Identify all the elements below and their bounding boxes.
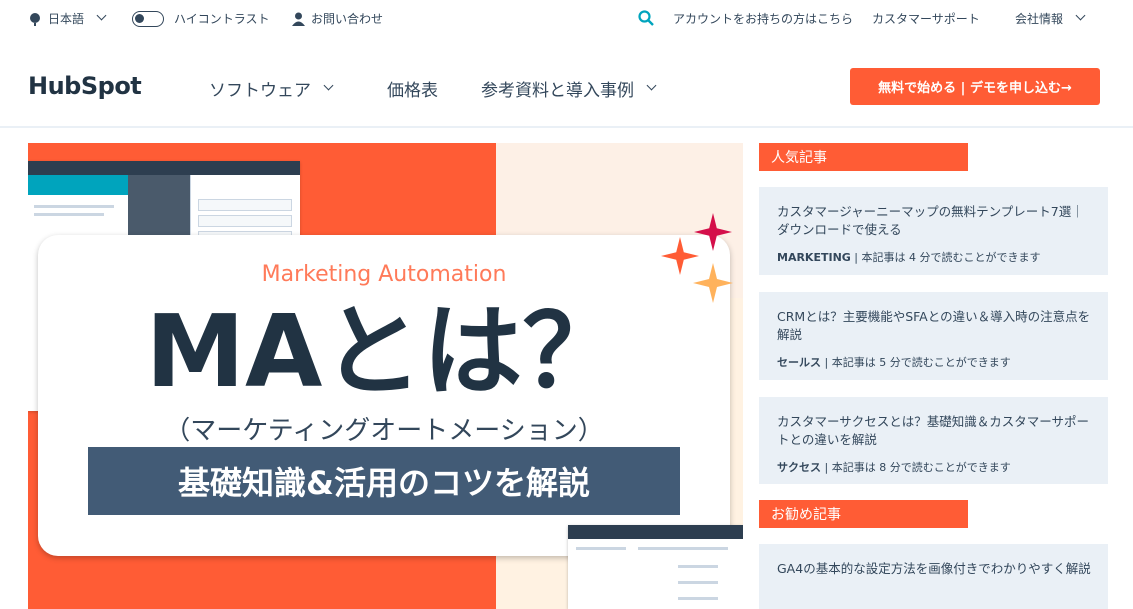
cta-button[interactable]: 無料で始める | デモを申し込む→	[850, 68, 1100, 105]
sparkle-icon	[694, 213, 732, 251]
chevron-down-icon	[323, 80, 334, 91]
hero-title: MAとは？	[145, 293, 623, 410]
mockup-line	[678, 565, 718, 568]
article-title[interactable]: CRMとは？主要機能やSFAとの違い＆導入時の注意点を解説	[777, 308, 1092, 344]
company-menu[interactable]: 会社情報	[1015, 10, 1086, 27]
article-title[interactable]: カスタマージャーニーマップの無料テンプレート7選｜ダウンロードで使える	[777, 203, 1092, 239]
nav-item-label: 参考資料と導入事例	[481, 81, 634, 101]
nav-item-resources[interactable]: 参考資料と導入事例	[481, 76, 657, 101]
main-nav: HubSpot ソフトウェア 価格表 参考資料と導入事例 無料で始める | デモ…	[0, 36, 1133, 128]
mockup-titlebar	[568, 525, 743, 539]
nav-item-label: ソフトウェア	[209, 81, 311, 101]
chevron-down-icon	[646, 80, 657, 91]
article-read-time: | 本記事は 5 分で読むことができます	[821, 356, 1011, 369]
high-contrast-label: ハイコントラスト	[174, 12, 270, 26]
mockup-row	[198, 215, 292, 227]
login-link[interactable]: アカウントをお持ちの方はこちら	[673, 10, 853, 27]
support-link[interactable]: カスタマーサポート	[872, 10, 980, 27]
article-read-time: | 本記事は 4 分で読むことができます	[850, 251, 1041, 264]
article-meta: MARKETING | 本記事は 4 分で読むことができます	[777, 249, 1092, 265]
search-button[interactable]	[638, 10, 654, 26]
mockup-titlebar	[28, 161, 300, 175]
mockup-line	[576, 547, 626, 550]
hero-subtitle: Marketing Automation	[261, 262, 507, 287]
globe-icon	[30, 12, 40, 26]
article-card[interactable]: カスタマージャーニーマップの無料テンプレート7選｜ダウンロードで使える MARK…	[759, 187, 1108, 275]
nav-item-label: 価格表	[387, 81, 438, 101]
hero-image[interactable]: Marketing Automation MAとは？ （マーケティングオートメー…	[28, 143, 743, 609]
logo-text: HubSpot	[28, 72, 142, 100]
mockup-line	[678, 581, 718, 584]
contact-link[interactable]: お問い合わせ	[292, 10, 383, 27]
company-label: 会社情報	[1015, 12, 1064, 26]
article-category: セールス	[777, 356, 821, 369]
mockup-line	[678, 597, 718, 600]
article-title[interactable]: カスタマーサクセスとは？基礎知識＆カスタマーサポートとの違いを解説	[777, 413, 1092, 449]
login-label: アカウントをお持ちの方はこちら	[673, 12, 854, 26]
article-card[interactable]: カスタマーサクセスとは？基礎知識＆カスタマーサポートとの違いを解説 サクセス |…	[759, 397, 1108, 484]
language-label: 日本語	[48, 12, 85, 26]
popular-heading-text: 人気記事	[771, 150, 827, 166]
nav-item-software[interactable]: ソフトウェア	[209, 76, 334, 101]
person-icon	[292, 12, 305, 26]
mockup-line	[34, 205, 114, 208]
article-meta: サクセス | 本記事は 8 分で読むことができます	[777, 459, 1092, 475]
toggle-switch[interactable]	[132, 10, 164, 27]
hero-band: 基礎知識&活用のコツを解説	[88, 447, 680, 515]
mockup-line	[638, 547, 728, 550]
recommended-articles-heading: お勧め記事	[759, 500, 968, 528]
hero-screenshot-mockup-2	[568, 525, 743, 609]
hero-parenthetical: （マーケティングオートメーション）	[164, 416, 604, 446]
hero-band-text: 基礎知識&活用のコツを解説	[178, 464, 590, 502]
article-title[interactable]: GA4の基本的な設定方法を画像付きでわかりやすく解説	[777, 560, 1092, 578]
article-read-time: | 本記事は 8 分で読むことができます	[821, 461, 1011, 474]
article-card[interactable]: CRMとは？主要機能やSFAとの違い＆導入時の注意点を解説 セールス | 本記事…	[759, 292, 1108, 380]
hero-title-card: Marketing Automation MAとは？ （マーケティングオートメー…	[38, 235, 730, 556]
utility-bar: 日本語 ハイコントラスト お問い合わせ アカウントをお持ちの方はこちら カスタマ…	[0, 0, 1133, 36]
support-label: カスタマーサポート	[872, 12, 980, 26]
mockup-header	[28, 175, 128, 195]
recommended-heading-text: お勧め記事	[771, 507, 841, 523]
popular-articles-heading: 人気記事	[759, 143, 968, 171]
cta-label: 無料で始める | デモを申し込む→	[878, 81, 1072, 96]
sparkle-icon	[693, 263, 733, 303]
chevron-down-icon	[96, 10, 107, 21]
article-card[interactable]: GA4の基本的な設定方法を画像付きでわかりやすく解説	[759, 544, 1108, 609]
hubspot-logo[interactable]: HubSpot	[28, 72, 142, 100]
article-category: MARKETING	[777, 251, 851, 264]
chevron-down-icon	[1075, 10, 1086, 21]
search-icon	[638, 10, 654, 26]
high-contrast-toggle[interactable]: ハイコントラスト	[132, 10, 270, 27]
language-selector[interactable]: 日本語	[28, 10, 107, 27]
article-category: サクセス	[777, 461, 821, 474]
contact-label: お問い合わせ	[311, 12, 384, 26]
mockup-row	[198, 199, 292, 211]
nav-item-pricing[interactable]: 価格表	[387, 76, 438, 101]
article-meta: セールス | 本記事は 5 分で読むことができます	[777, 354, 1092, 370]
mockup-line	[34, 213, 104, 216]
